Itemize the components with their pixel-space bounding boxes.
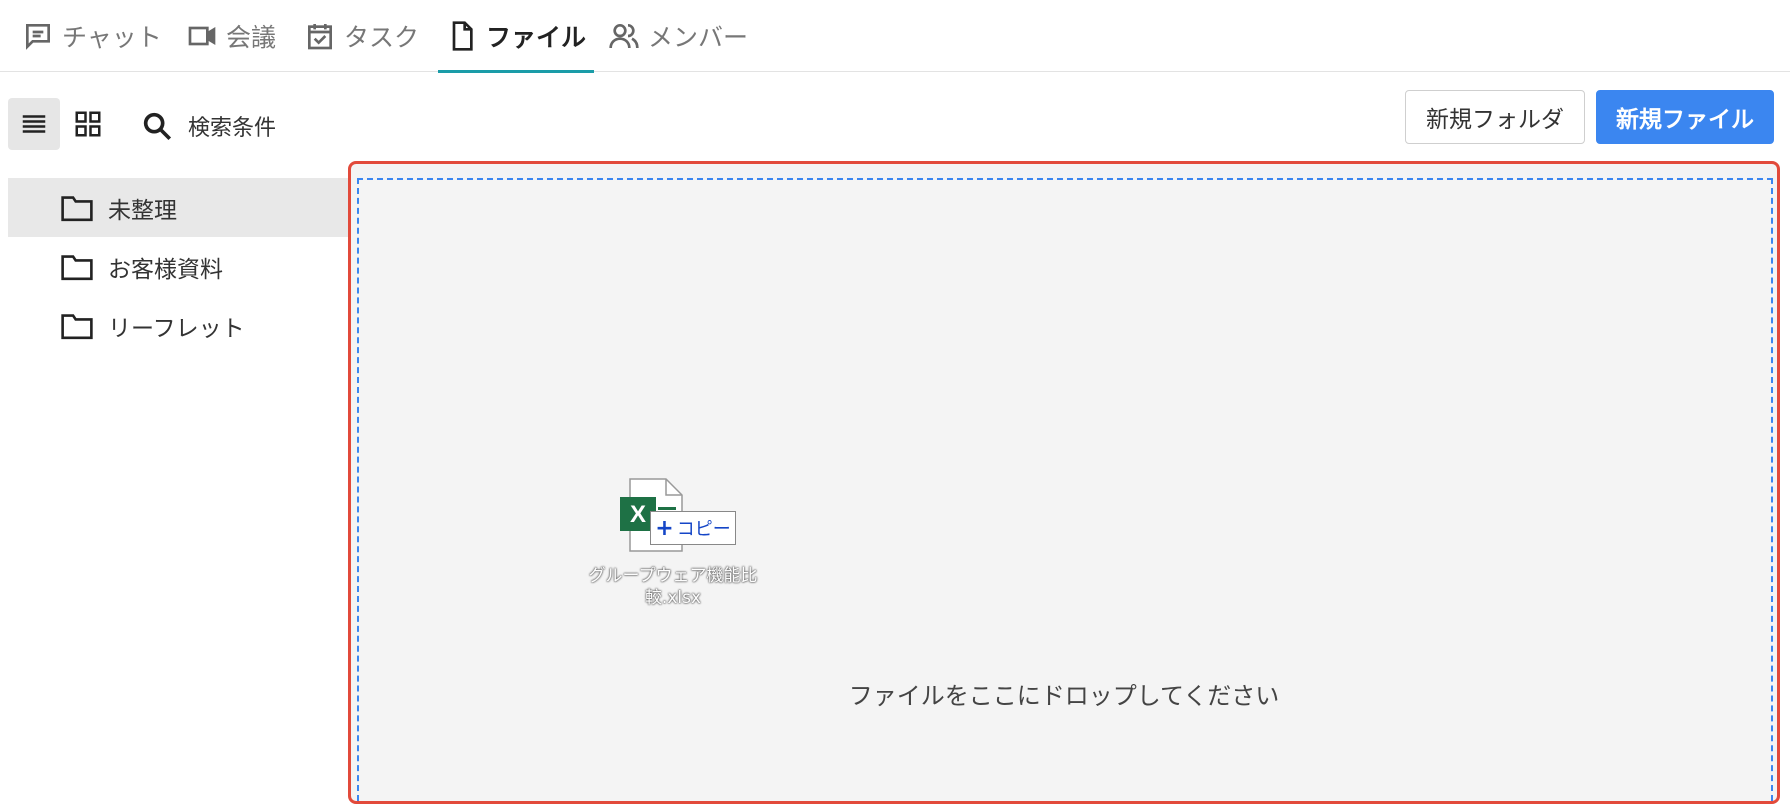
folder-icon (61, 254, 93, 280)
search-icon (143, 112, 172, 141)
new-file-button[interactable]: 新規ファイル (1596, 90, 1774, 144)
task-icon (308, 24, 332, 50)
tab-task[interactable]: タスク (304, 0, 419, 72)
tab-bar: チャット 会議 タスク ファイル メンバー (0, 0, 1790, 73)
folder-item-leaflet[interactable]: リーフレット (8, 296, 348, 355)
tab-files-label: ファイル (486, 23, 587, 52)
tab-chat[interactable]: チャット (22, 0, 162, 72)
tab-members[interactable]: メンバー (608, 0, 748, 72)
drop-message: ファイルをここにドロップしてください (848, 682, 1280, 710)
chat-icon (26, 24, 50, 50)
search-conditions[interactable]: 検索条件 (140, 104, 276, 148)
dragged-file-icon-wrap: X + コピー (618, 477, 736, 557)
search-conditions-label: 検索条件 (188, 116, 277, 141)
folder-item-customer-materials[interactable]: お客様資料 (8, 237, 348, 296)
tab-members-label: メンバー (648, 23, 749, 52)
folder-label: お客様資料 (108, 256, 223, 283)
file-icon (452, 21, 473, 51)
tab-meeting-label: 会議 (226, 23, 277, 52)
list-view-button[interactable] (8, 98, 60, 150)
folder-icon (61, 313, 93, 339)
members-icon (609, 24, 639, 49)
folder-label: 未整理 (108, 197, 177, 224)
tab-task-label: タスク (344, 23, 420, 52)
list-view-icon (22, 115, 46, 133)
tab-chat-label: チャット (62, 23, 162, 52)
grid-view-icon (75, 111, 101, 137)
copy-label: コピー (676, 519, 731, 540)
svg-text:X: X (630, 501, 646, 528)
plus-icon: + (655, 515, 674, 541)
new-folder-button[interactable]: 新規フォルダ (1405, 90, 1585, 144)
grid-view-button[interactable] (62, 98, 114, 150)
tab-meeting[interactable]: 会議 (186, 0, 276, 72)
folder-sidebar: 未整理 お客様資料 リーフレット (8, 178, 348, 355)
copy-badge: + コピー (650, 511, 736, 545)
dragged-file-name: グループウェア機能比較.xlsx (588, 566, 758, 608)
tab-files[interactable]: ファイル (437, 0, 595, 73)
folder-icon (61, 195, 93, 221)
folder-label: リーフレット (108, 315, 245, 342)
file-drop-zone[interactable]: X + コピー グループウェア機能比較.xlsx ファイルをここにドロップしてく… (348, 161, 1780, 804)
folder-item-unsorted[interactable]: 未整理 (8, 178, 348, 237)
video-icon (188, 26, 216, 46)
dragged-file-ghost: X + コピー グループウェア機能比較.xlsx (588, 477, 758, 609)
